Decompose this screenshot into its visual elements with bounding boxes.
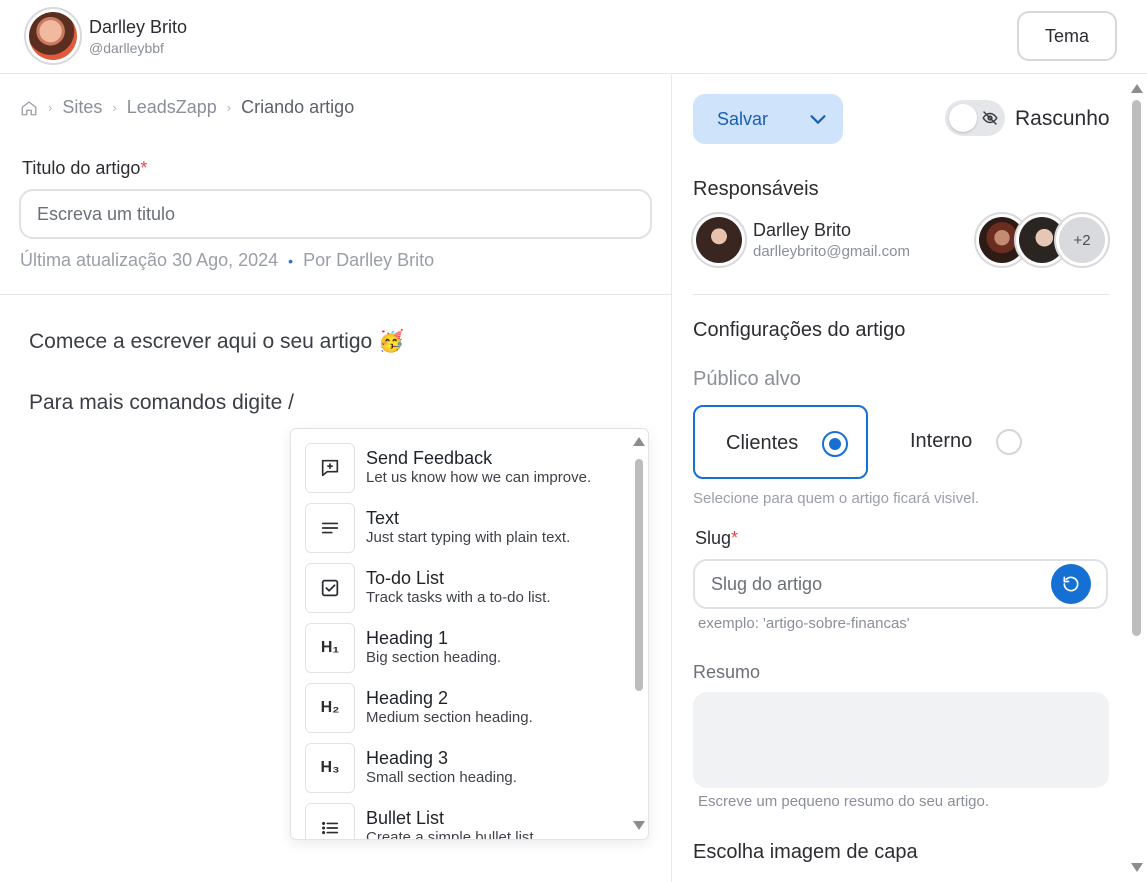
divider (693, 294, 1109, 295)
command-description: Create a simple bullet list. (366, 829, 538, 840)
command-item-text[interactable]: Text Just start typing with plain text. (305, 503, 625, 555)
user-avatar[interactable] (24, 7, 82, 65)
responsible-email: darlleybrito@gmail.com (753, 243, 910, 260)
required-mark: * (731, 528, 739, 548)
page-scrollbar[interactable] (1132, 100, 1141, 636)
command-title: Heading 1 (366, 628, 449, 648)
chevron-right-icon: › (48, 100, 53, 115)
more-count: +2 (1059, 217, 1105, 263)
chevron-down-icon[interactable] (807, 108, 829, 135)
save-button[interactable]: Salvar (693, 94, 843, 144)
bullet-list-icon (305, 803, 355, 839)
required-mark: * (140, 158, 148, 178)
summary-label: Resumo (693, 662, 761, 682)
article-title-label: Titulo do artigo* (22, 158, 147, 179)
command-item-send-feedback[interactable]: Send Feedback Let us know how we can imp… (305, 443, 625, 495)
theme-button[interactable]: Tema (1017, 11, 1117, 61)
command-description: Small section heading. (366, 769, 517, 786)
scroll-up-arrow-icon[interactable] (633, 437, 645, 446)
eye-off-icon (981, 109, 999, 132)
command-item-heading-2[interactable]: H₂ Heading 2 Medium section heading. (305, 683, 625, 735)
summary-help-text: Escreve um pequeno resumo do seu artigo. (698, 793, 989, 810)
command-title: To-do List (366, 568, 445, 588)
menu-scrollbar[interactable] (635, 459, 643, 691)
slug-label-text: Slug (695, 528, 732, 548)
user-handle: @darlleybbf (89, 40, 164, 56)
slug-label: Slug* (695, 528, 738, 549)
cover-image-heading: Escolha imagem de capa (693, 841, 918, 863)
scroll-down-arrow-icon[interactable] (1131, 863, 1143, 872)
editor-paragraph[interactable]: Para mais comandos digite / (29, 391, 294, 415)
save-label: Salvar (717, 108, 769, 129)
heading2-icon: H₂ (305, 683, 355, 733)
summary-textarea[interactable] (693, 692, 1109, 788)
command-description: Track tasks with a to-do list. (366, 589, 551, 606)
responsible-avatar[interactable] (691, 212, 747, 268)
slug-input[interactable] (693, 559, 1108, 609)
toggle-knob (949, 104, 977, 132)
editor-panel: › Sites › LeadsZapp › Criando artigo Tit… (0, 75, 672, 882)
command-item-heading-3[interactable]: H₃ Heading 3 Small section heading. (305, 743, 625, 795)
responsible-name: Darlley Brito (753, 220, 852, 240)
draft-label: Rascunho (1015, 107, 1110, 130)
editor-paragraph[interactable]: Comece a escrever aqui o seu artigo 🥳 (29, 330, 404, 354)
radio-selected[interactable] (822, 431, 848, 457)
slash-command-menu: Send Feedback Let us know how we can imp… (290, 428, 649, 840)
breadcrumb-item-sites[interactable]: Sites (62, 97, 102, 118)
article-meta: Última atualização 30 Ago, 2024 • Por Da… (20, 250, 434, 271)
breadcrumb-item-leadszapp[interactable]: LeadsZapp (127, 97, 217, 118)
slug-example-text: exemplo: 'artigo-sobre-financas' (698, 615, 910, 632)
refresh-icon[interactable] (1051, 564, 1091, 604)
command-item-bullet-list[interactable]: Bullet List Create a simple bullet list. (305, 803, 625, 840)
chevron-right-icon: › (226, 100, 232, 115)
last-update-text: Última atualização 30 Ago, 2024 (20, 250, 279, 270)
command-title: Text (366, 508, 400, 528)
config-heading: Configurações do artigo (693, 319, 906, 341)
command-item-todo-list[interactable]: To-do List Track tasks with a to-do list… (305, 563, 625, 615)
breadcrumb: › Sites › LeadsZapp › Criando artigo (20, 97, 354, 118)
radio-unselected[interactable] (996, 429, 1022, 455)
top-bar: Darlley Brito @darlleybbf Tema (0, 0, 1147, 74)
command-item-heading-1[interactable]: H₁ Heading 1 Big section heading. (305, 623, 625, 675)
draft-toggle[interactable] (945, 100, 1005, 136)
article-title-input[interactable] (19, 189, 652, 239)
more-collaborators-badge[interactable]: +2 (1054, 212, 1110, 268)
option-label: Clientes (726, 432, 799, 454)
heading1-icon: H₁ (305, 623, 355, 673)
audience-help-text: Selecione para quem o artigo ficará visi… (693, 490, 979, 507)
author-text: Por Darlley Brito (303, 250, 435, 270)
command-description: Let us know how we can improve. (366, 469, 592, 486)
settings-panel: Salvar Rascunho Responsáveis Darlley Bri… (673, 75, 1147, 882)
option-label: Interno (910, 430, 973, 452)
breadcrumb-item-current: Criando artigo (241, 97, 355, 117)
home-icon[interactable] (20, 99, 38, 117)
scroll-down-arrow-icon[interactable] (633, 821, 645, 830)
message-plus-icon (305, 443, 355, 493)
text-icon (305, 503, 355, 553)
audience-label: Público alvo (693, 368, 801, 390)
heading3-icon: H₃ (305, 743, 355, 793)
command-description: Just start typing with plain text. (366, 529, 571, 546)
command-description: Medium section heading. (366, 709, 533, 726)
command-title: Heading 3 (366, 748, 449, 768)
command-title: Bullet List (366, 808, 445, 828)
command-title: Heading 2 (366, 688, 449, 708)
scroll-up-arrow-icon[interactable] (1131, 84, 1143, 93)
command-title: Send Feedback (366, 448, 493, 468)
chevron-right-icon: › (112, 100, 117, 115)
command-description: Big section heading. (366, 649, 502, 666)
user-name: Darlley Brito (89, 17, 188, 37)
article-title-label-text: Titulo do artigo (22, 158, 141, 178)
divider (0, 294, 672, 295)
meta-separator-dot: • (288, 252, 294, 269)
checkbox-icon (305, 563, 355, 613)
responsibles-heading: Responsáveis (693, 178, 819, 200)
audience-option-clientes[interactable]: Clientes (693, 405, 868, 479)
